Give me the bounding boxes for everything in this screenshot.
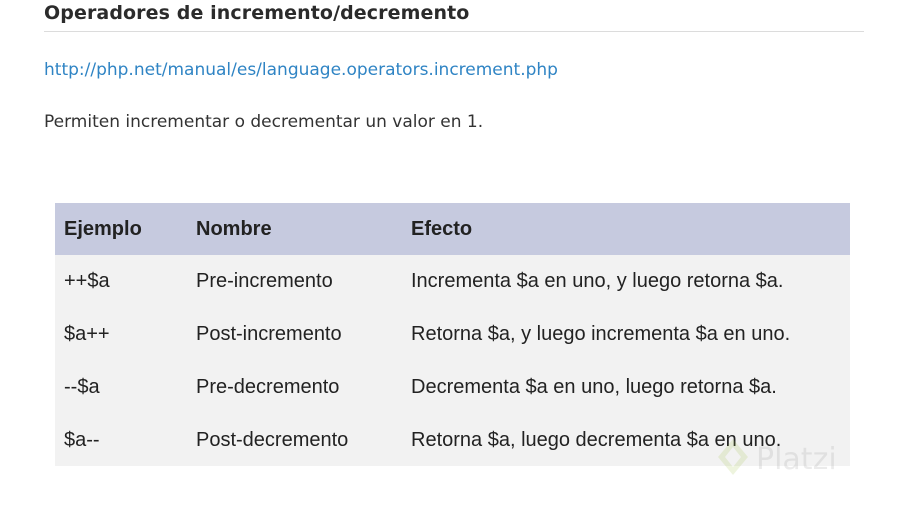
header-ejemplo: Ejemplo <box>64 217 142 240</box>
table-row: --$a Pre-decremento Decrementa $a en uno… <box>55 361 850 414</box>
cell-efecto: Incrementa $a en uno, y luego retorna $a… <box>411 270 784 292</box>
php-manual-link[interactable]: http://php.net/manual/es/language.operat… <box>44 60 558 80</box>
cell-nombre: Post-incremento <box>196 323 342 345</box>
table-header-row: Ejemplo Nombre Efecto <box>55 203 850 255</box>
title-divider <box>44 31 864 32</box>
watermark-text: Platzi <box>756 441 837 477</box>
cell-ejemplo: $a-- <box>64 428 100 451</box>
operators-table: Ejemplo Nombre Efecto ++$a Pre-increment… <box>55 203 850 466</box>
cell-nombre: Pre-incremento <box>196 270 333 292</box>
cell-nombre: Pre-decremento <box>196 376 340 398</box>
cell-nombre: Post-decremento <box>196 428 349 451</box>
cell-ejemplo: $a++ <box>64 323 110 345</box>
cell-efecto: Retorna $a, y luego incrementa $a en uno… <box>411 323 791 345</box>
table-row: $a++ Post-incremento Retorna $a, y luego… <box>55 308 850 361</box>
cell-efecto: Decrementa $a en uno, luego retorna $a. <box>411 376 777 398</box>
cell-ejemplo: ++$a <box>64 270 110 292</box>
cell-ejemplo: --$a <box>64 376 100 398</box>
header-efecto: Efecto <box>411 217 473 240</box>
platzi-watermark: Platzi <box>716 437 837 481</box>
header-nombre: Nombre <box>196 217 272 240</box>
platzi-logo-icon <box>716 437 750 481</box>
intro-text: Permiten incrementar o decrementar un va… <box>44 112 484 132</box>
table-row: ++$a Pre-incremento Incrementa $a en uno… <box>55 255 850 308</box>
section-title: Operadores de incremento/decremento <box>44 2 470 24</box>
